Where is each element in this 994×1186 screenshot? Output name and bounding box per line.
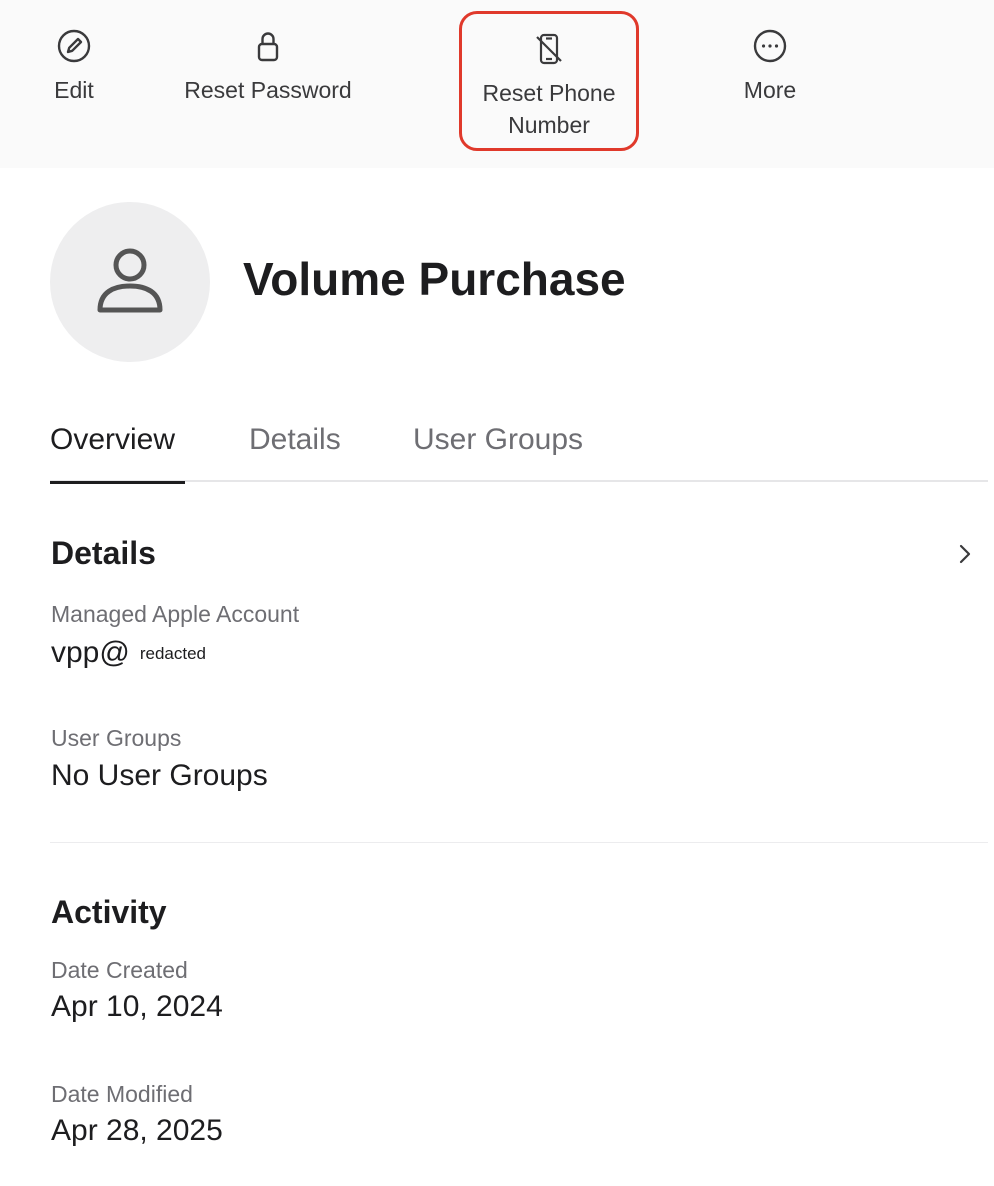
reset-phone-number-button[interactable]: Reset Phone Number (459, 11, 639, 151)
managed-apple-account-value: vpp@ redacted (51, 636, 206, 670)
lock-icon (257, 32, 279, 62)
more-button[interactable]: More (730, 28, 810, 106)
chevron-right-icon[interactable] (955, 543, 975, 565)
activity-section-title: Activity (51, 894, 167, 930)
date-modified-label: Date Modified (51, 1081, 193, 1107)
more-label: More (743, 77, 797, 103)
person-icon (97, 248, 163, 313)
managed-apple-account-label: Managed Apple Account (51, 601, 300, 627)
user-groups-value: No User Groups (51, 759, 268, 792)
phone-slash-icon (536, 33, 562, 65)
redacted-text: redacted (139, 644, 206, 663)
reset-password-label: Reset Password (184, 77, 352, 103)
action-toolbar: Edit Reset Password Reset Phone Number M… (0, 0, 994, 168)
edit-button[interactable]: Edit (40, 28, 108, 106)
pencil-circle-icon (57, 29, 91, 63)
date-created-label: Date Created (51, 957, 188, 983)
reset-password-button[interactable]: Reset Password (170, 28, 366, 106)
avatar (50, 202, 210, 362)
date-created-value: Apr 10, 2024 (51, 990, 223, 1023)
tab-user-groups[interactable]: User Groups (413, 420, 583, 482)
page-title: Volume Purchase (243, 253, 626, 305)
edit-label: Edit (54, 77, 94, 103)
reset-phone-number-label: Reset Phone Number (482, 80, 616, 138)
managed-apple-account-text: vpp@ (51, 636, 130, 669)
tab-overview[interactable]: Overview (50, 420, 185, 484)
details-section-title: Details (51, 535, 156, 571)
tab-bar: Overview Details User Groups (50, 420, 988, 484)
date-modified-value: Apr 28, 2025 (51, 1114, 223, 1147)
user-groups-label: User Groups (51, 725, 182, 751)
section-divider (50, 842, 988, 843)
tab-details[interactable]: Details (249, 420, 341, 482)
ellipsis-circle-icon (753, 29, 787, 63)
